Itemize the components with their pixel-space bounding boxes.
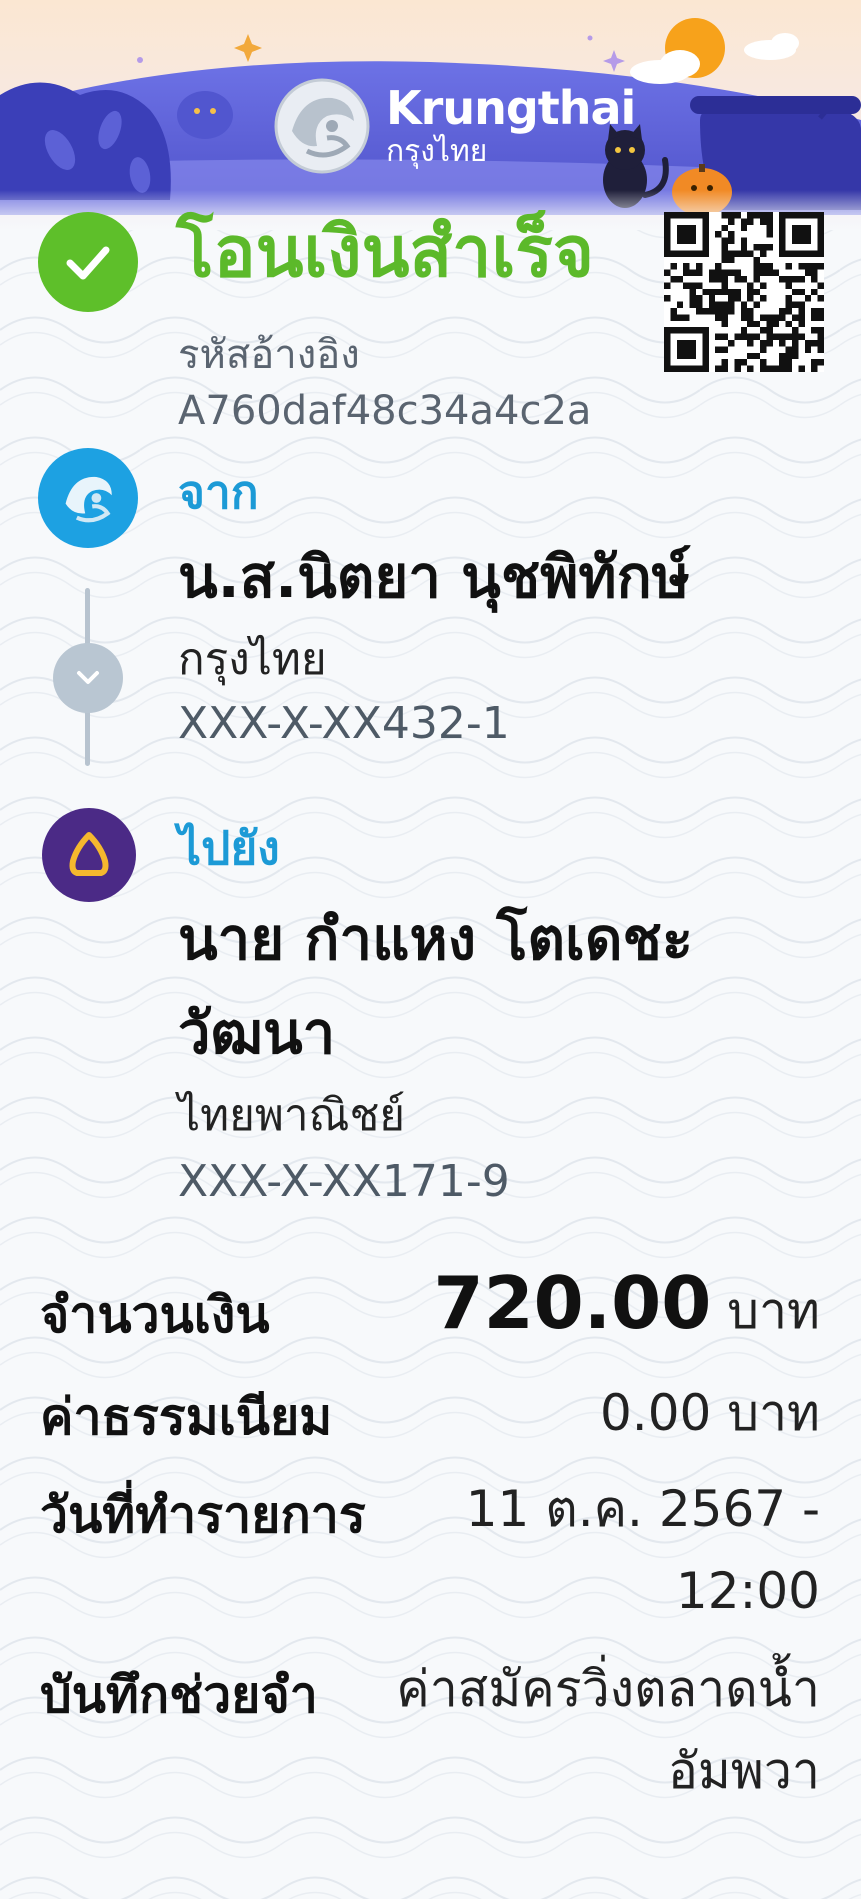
success-check-icon (38, 212, 138, 312)
amount-value: 720.00 (433, 1261, 712, 1345)
receiver-bank: ไทยพาณิชย์ (178, 1090, 406, 1141)
date-label: วันที่ทำรายการ (40, 1486, 366, 1544)
scb-bank-icon (42, 808, 136, 902)
sender-account: XXX-X-XX432-1 (178, 698, 510, 749)
receiver-label: ไปยัง (178, 821, 280, 875)
qr-code[interactable] (664, 212, 824, 372)
amount-unit: บาท (727, 1282, 820, 1340)
chevron-down-icon (53, 643, 123, 713)
sender-label: จาก (178, 465, 259, 519)
receiver-name: นาย กำแหง โตเดชะวัฒนา (178, 905, 694, 1067)
receiver-account: XXX-X-XX171-9 (178, 1156, 510, 1207)
sender-name: น.ส.นิตยา นุชพิทักษ์ (178, 543, 691, 611)
amount-value-group: 720.00 บาท (433, 1262, 820, 1352)
memo-value: ค่าสมัครวิ่งตลาดน้ำอัมพวา (396, 1660, 820, 1800)
fee-label: ค่าธรรมเนียม (40, 1388, 333, 1446)
reference-label: รหัสอ้างอิง (178, 332, 360, 378)
date-value: 11 ต.ค. 2567 - 12:00 (465, 1480, 820, 1620)
fee-value: 0.00 บาท (600, 1384, 820, 1442)
krungthai-bank-icon (38, 448, 138, 548)
transfer-receipt: โอนเงินสำเร็จ รหัสอ้างอิง A760daf48c34a4… (0, 0, 861, 1899)
transfer-status-title: โอนเงินสำเร็จ (176, 211, 595, 293)
sender-bank: กรุงไทย (178, 634, 327, 685)
memo-label: บันทึกช่วยจำ (40, 1666, 318, 1724)
reference-value: A760daf48c34a4c2a (178, 388, 592, 434)
amount-label: จำนวนเงิน (40, 1286, 270, 1344)
